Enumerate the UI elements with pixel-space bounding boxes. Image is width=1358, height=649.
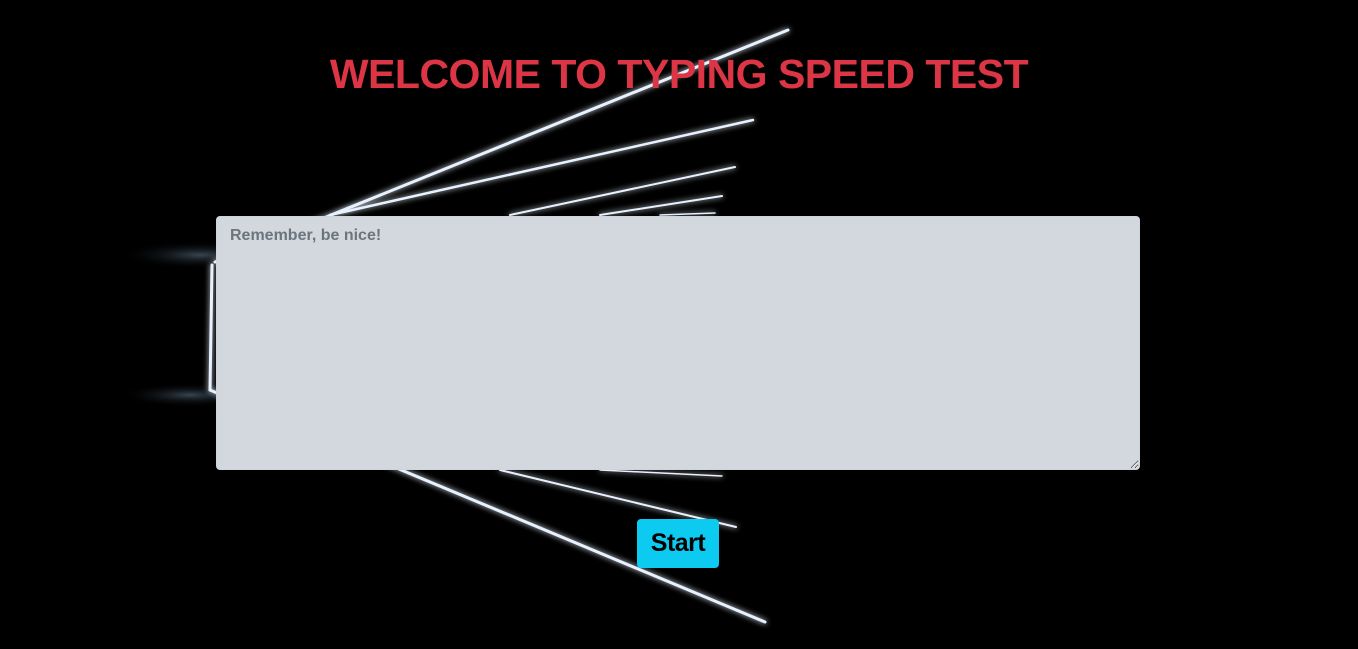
typing-textarea[interactable] <box>216 216 1140 470</box>
page-title: WELCOME TO TYPING SPEED TEST <box>329 51 1029 97</box>
start-button[interactable]: Start <box>637 519 719 568</box>
typing-test-page: WELCOME TO TYPING SPEED TEST Start <box>0 0 1358 649</box>
